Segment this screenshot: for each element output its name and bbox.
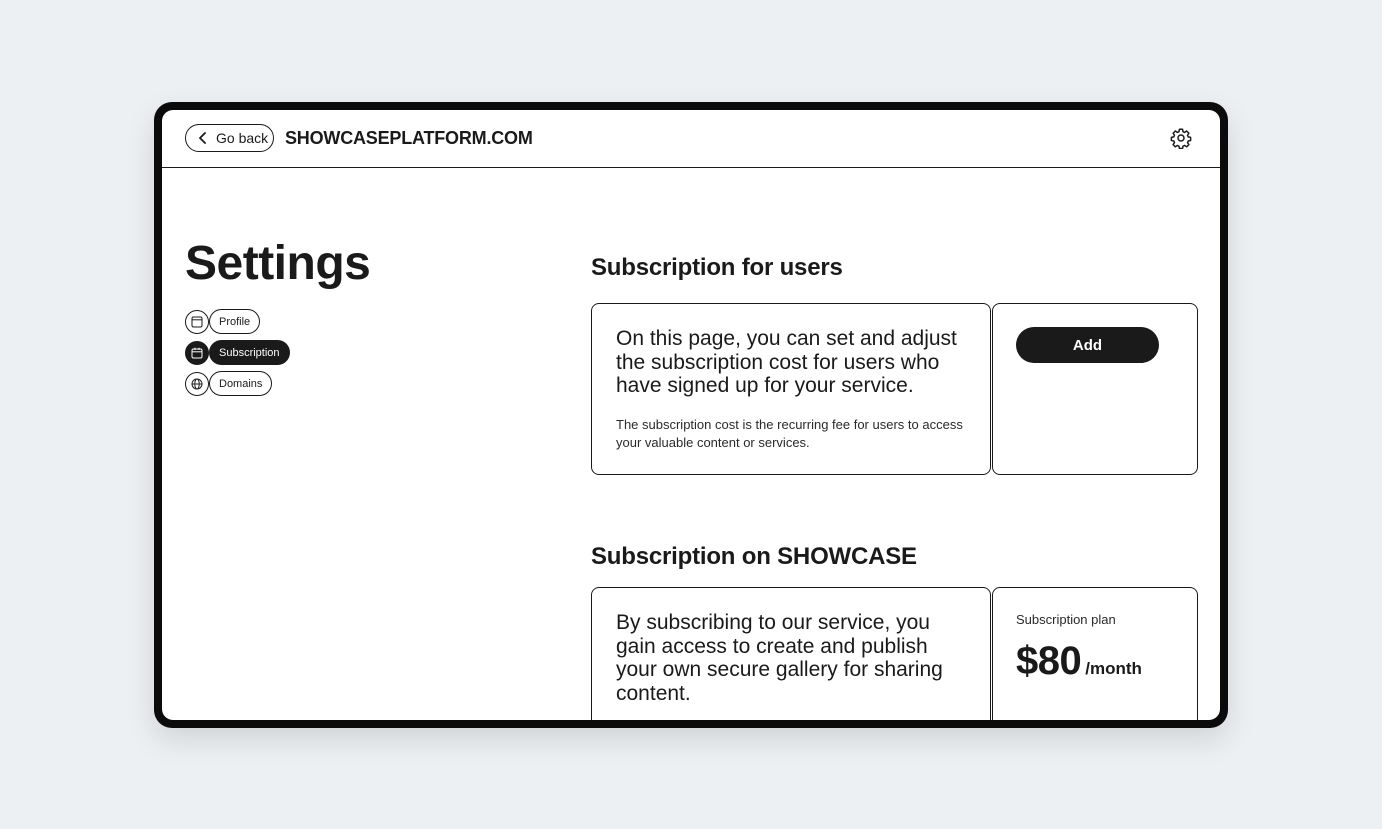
add-button[interactable]: Add xyxy=(1016,327,1159,363)
page-title: Settings xyxy=(185,237,371,290)
globe-icon xyxy=(185,371,209,396)
nav-item-subscription[interactable]: Subscription xyxy=(185,340,290,365)
nav-item-label: Subscription xyxy=(209,340,290,365)
nav-item-profile[interactable]: Profile xyxy=(185,309,290,334)
users-description: The subscription cost is the recurring f… xyxy=(616,416,963,450)
gear-icon[interactable] xyxy=(1170,127,1192,149)
nav-item-label: Profile xyxy=(209,309,261,334)
plan-price: $80 xyxy=(1016,639,1082,683)
showcase-lead-text: By subscribing to our service, you gain … xyxy=(616,611,943,705)
users-info-card: On this page, you can set and adjust the… xyxy=(591,303,991,475)
plan-period: /month xyxy=(1085,659,1142,678)
top-bar: Go back SHOWCASEPLATFORM.COM xyxy=(162,110,1220,168)
users-action-card: Add xyxy=(992,303,1198,475)
settings-nav: Profile Subscription Domains xyxy=(185,309,290,402)
device-frame: Go back SHOWCASEPLATFORM.COM Settings Pr… xyxy=(154,102,1228,728)
go-back-label: Go back xyxy=(216,130,269,146)
window-icon xyxy=(185,309,209,334)
site-title: SHOWCASEPLATFORM.COM xyxy=(285,128,533,148)
chevron-left-icon xyxy=(199,132,206,144)
showcase-info-card: By subscribing to our service, you gain … xyxy=(591,587,991,720)
calendar-icon xyxy=(185,340,209,365)
users-lead-text: On this page, you can set and adjust the… xyxy=(616,327,957,397)
users-section-title: Subscription for users xyxy=(591,254,843,281)
showcase-section-title: Subscription on SHOWCASE xyxy=(591,543,917,570)
price-row: $80 /month xyxy=(1016,639,1174,684)
plan-label: Subscription plan xyxy=(1016,612,1116,627)
nav-item-domains[interactable]: Domains xyxy=(185,371,290,396)
subscription-plan-card: Subscription plan $80 /month xyxy=(992,587,1198,720)
nav-item-label: Domains xyxy=(209,371,273,396)
app-screen: Go back SHOWCASEPLATFORM.COM Settings Pr… xyxy=(162,110,1220,720)
go-back-button[interactable]: Go back xyxy=(185,124,274,152)
